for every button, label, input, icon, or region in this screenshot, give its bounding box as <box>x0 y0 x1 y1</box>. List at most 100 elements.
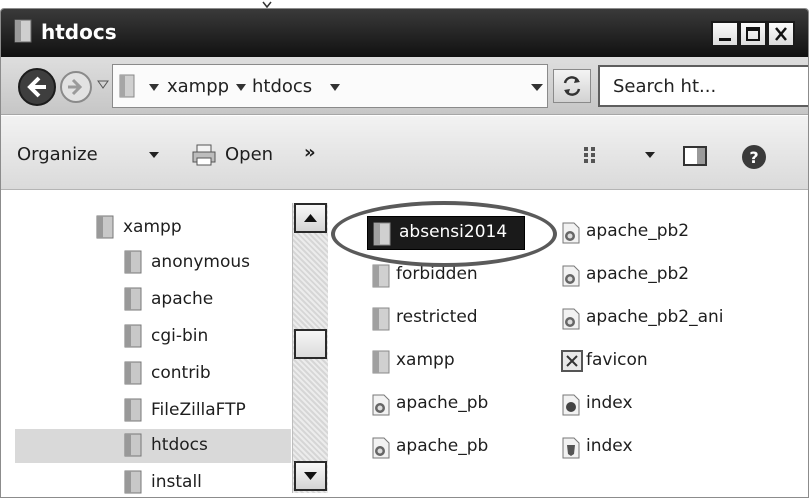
breadcrumb-htdocs[interactable]: htdocs <box>252 76 312 97</box>
file-item-index-php[interactable]: index <box>561 388 781 422</box>
file-item-label: forbidden <box>396 264 478 284</box>
address-bar[interactable]: xampp htdocs <box>112 64 548 108</box>
address-toolbar: xampp htdocs Search ht... <box>1 57 808 115</box>
scroll-up-arrow-icon <box>304 214 317 222</box>
scroll-thumb[interactable] <box>294 329 327 359</box>
file-item-restricted[interactable]: restricted <box>371 302 531 336</box>
maximize-button[interactable] <box>739 21 767 47</box>
scroll-down-button[interactable] <box>294 461 327 491</box>
apache-image-icon <box>372 437 390 459</box>
file-list: absensi2014 forbidden restricted xampp a… <box>331 191 808 497</box>
folder-icon <box>124 398 142 422</box>
search-input[interactable]: Search ht... <box>598 65 808 107</box>
file-item-label: restricted <box>396 307 478 327</box>
refresh-icon <box>563 76 581 96</box>
file-item-apache-pb[interactable]: apache_pb <box>371 431 531 465</box>
breadcrumb-arrow-icon[interactable] <box>330 84 340 92</box>
views-dropdown-icon[interactable] <box>645 152 655 159</box>
file-item-label: favicon <box>586 350 648 370</box>
maximize-icon <box>746 27 760 41</box>
folder-icon <box>124 433 142 457</box>
folder-icon <box>96 215 114 239</box>
file-item-label: xampp <box>396 350 455 370</box>
file-item-label: apache_pb2 <box>586 264 690 284</box>
file-item-favicon[interactable]: favicon <box>561 345 781 379</box>
file-item-label: index <box>586 393 633 413</box>
file-item-label: apache_pb <box>396 436 489 456</box>
nav-item-cgi-bin[interactable]: cgi-bin <box>121 320 289 354</box>
file-item-label: apache_pb <box>396 393 489 413</box>
file-item-forbidden[interactable]: forbidden <box>371 259 531 293</box>
folder-icon <box>124 470 142 494</box>
command-bar: Organize Open » ? <box>1 116 808 190</box>
file-item-xampp[interactable]: xampp <box>371 345 531 379</box>
nav-item-apache[interactable]: apache <box>121 283 289 317</box>
file-item-apache-pb2[interactable]: apache_pb2 <box>561 216 781 250</box>
organize-dropdown-icon[interactable] <box>149 152 159 159</box>
scroll-down-arrow-icon <box>304 472 317 480</box>
more-commands-button[interactable]: » <box>304 142 316 163</box>
nav-item-filezillaftp[interactable]: FileZillaFTP <box>121 394 289 428</box>
file-item-apache-pb2-ani[interactable]: apache_pb2_ani <box>561 302 791 336</box>
navigation-pane: xampp anonymous apache cgi-bin contrib F… <box>1 191 331 497</box>
apache-image-icon <box>562 265 580 287</box>
file-item-absensi2014[interactable]: absensi2014 <box>367 216 525 250</box>
folder-icon <box>124 361 142 385</box>
html-file-icon <box>562 437 580 459</box>
apache-image-icon <box>562 222 580 244</box>
breadcrumb-xampp[interactable]: xampp <box>167 76 229 97</box>
minimize-button[interactable] <box>711 21 739 47</box>
folder-icon <box>373 222 391 246</box>
title-bar[interactable]: htdocs <box>1 9 808 57</box>
folder-icon <box>372 307 390 331</box>
explorer-window: htdocs xampp htdocs Search ht... Organiz… <box>0 8 809 498</box>
nav-item-label: cgi-bin <box>151 326 209 346</box>
open-button[interactable]: Open <box>225 144 273 165</box>
nav-item-install[interactable]: install <box>121 466 289 497</box>
breadcrumb-arrow-icon[interactable] <box>149 84 159 92</box>
nav-item-anonymous[interactable]: anonymous <box>121 246 289 280</box>
minimize-icon <box>719 38 731 41</box>
nav-item-label: install <box>151 472 202 492</box>
folder-icon <box>119 74 135 98</box>
file-item-index-html[interactable]: index <box>561 431 781 465</box>
forward-arrow-icon[interactable] <box>59 70 93 104</box>
open-icon <box>192 144 216 166</box>
views-icon[interactable] <box>583 145 605 165</box>
folder-icon <box>124 324 142 348</box>
file-item-apache-pb2[interactable]: apache_pb2 <box>561 259 781 293</box>
nav-item-xampp[interactable]: xampp <box>93 211 289 245</box>
folder-icon <box>124 250 142 274</box>
nav-pane-scrollbar[interactable] <box>292 203 328 493</box>
nav-item-label: contrib <box>151 363 211 383</box>
folder-icon <box>372 264 390 288</box>
folder-icon <box>372 350 390 374</box>
refresh-button[interactable] <box>553 69 591 103</box>
file-item-label: absensi2014 <box>399 222 508 242</box>
breadcrumb-arrow-icon[interactable] <box>236 84 246 92</box>
nav-item-label: htdocs <box>151 435 208 455</box>
folder-icon <box>14 19 32 43</box>
folder-icon <box>124 287 142 311</box>
close-icon <box>775 27 787 41</box>
organize-button[interactable]: Organize <box>17 144 98 165</box>
back-arrow-icon[interactable] <box>17 67 57 107</box>
help-icon[interactable]: ? <box>741 144 767 170</box>
recent-pages-dropdown-icon[interactable] <box>97 80 109 90</box>
search-placeholder: Search ht... <box>613 76 717 97</box>
preview-pane-icon[interactable] <box>683 146 707 166</box>
php-file-icon <box>562 394 580 416</box>
nav-item-htdocs[interactable]: htdocs <box>15 429 291 463</box>
favicon-icon <box>561 350 583 372</box>
nav-item-contrib[interactable]: contrib <box>121 357 289 391</box>
file-item-apache-pb[interactable]: apache_pb <box>371 388 531 422</box>
nav-item-label: anonymous <box>151 252 251 272</box>
nav-item-label: apache <box>151 289 214 309</box>
nav-item-label: xampp <box>123 217 182 237</box>
address-history-dropdown-icon[interactable] <box>531 84 543 92</box>
close-button[interactable] <box>767 21 795 47</box>
window-title: htdocs <box>41 20 117 44</box>
svg-text:?: ? <box>749 148 758 167</box>
nav-item-label: FileZillaFTP <box>151 400 246 420</box>
scroll-up-button[interactable] <box>294 203 327 233</box>
